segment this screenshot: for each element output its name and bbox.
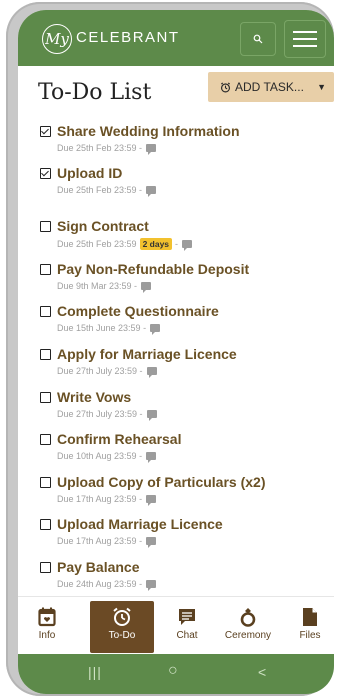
task-item[interactable]: Upload Marriage Licence Due 17th Aug 23:… <box>40 516 223 548</box>
app-screen: My CELEBRANT To-Do List ADD TASK... ▼ Sh… <box>18 10 334 694</box>
days-left-badge: 2 days <box>139 238 173 250</box>
system-navigation-bar: ||| ○ < <box>18 654 334 694</box>
brand-name: CELEBRANT <box>76 29 180 46</box>
nav-item-ceremony[interactable]: Ceremony <box>222 601 274 653</box>
task-checkbox[interactable] <box>40 220 51 232</box>
comment-icon[interactable] <box>141 282 152 293</box>
page-title: To-Do List <box>38 80 152 105</box>
comment-icon[interactable] <box>146 495 157 506</box>
task-checkbox[interactable] <box>40 263 51 275</box>
comment-icon[interactable] <box>146 186 157 197</box>
comment-icon[interactable] <box>146 452 157 463</box>
due-separator: - <box>175 239 179 249</box>
task-name[interactable]: Complete Questionnaire <box>57 303 219 319</box>
task-item[interactable]: Share Wedding Information Due 25th Feb 2… <box>40 123 240 155</box>
back-button[interactable]: < <box>258 664 266 680</box>
recents-button[interactable]: ||| <box>88 664 102 680</box>
task-item[interactable]: Write Vows Due 27th July 23:59 - <box>40 389 157 421</box>
task-due-date: Due 15th June 23:59 - <box>57 323 147 333</box>
ring-icon <box>240 608 256 627</box>
task-checkbox[interactable] <box>40 348 51 360</box>
nav-label: Files <box>299 630 321 641</box>
task-checkbox[interactable] <box>40 433 51 445</box>
comment-icon[interactable] <box>146 367 157 378</box>
task-name[interactable]: Pay Balance <box>57 559 140 575</box>
alarm-clock-icon <box>220 81 231 92</box>
comment-icon[interactable] <box>150 324 161 335</box>
task-item[interactable]: Sign Contract Due 25th Feb 23:59 2 days - <box>40 218 193 251</box>
comment-icon[interactable] <box>146 580 157 591</box>
comment-icon[interactable] <box>146 537 157 548</box>
task-due-date: Due 24th Aug 23:59 - <box>57 579 143 589</box>
add-task-label: ADD TASK... <box>235 80 304 94</box>
task-due-date: Due 25th Feb 23:59 <box>57 239 137 249</box>
task-item[interactable]: Apply for Marriage Licence Due 27th July… <box>40 346 237 378</box>
comment-icon[interactable] <box>146 410 157 421</box>
task-item[interactable]: Pay Non-Refundable Deposit Due 9th Mar 2… <box>40 261 249 293</box>
task-name[interactable]: Apply for Marriage Licence <box>57 346 237 362</box>
bottom-navigation: Info To-Do Chat Ceremony Files <box>18 596 334 655</box>
top-app-bar: My CELEBRANT <box>18 10 334 66</box>
task-checkbox[interactable] <box>40 125 51 137</box>
task-due-date: Due 17th Aug 23:59 - <box>57 494 143 504</box>
task-due-date: Due 27th July 23:59 - <box>57 366 143 376</box>
nav-item-info[interactable]: Info <box>30 601 64 653</box>
task-item[interactable]: Upload Copy of Particulars (x2) Due 17th… <box>40 474 265 506</box>
alarm-clock-icon <box>113 607 131 626</box>
app-logo: My <box>42 24 72 54</box>
add-task-button[interactable]: ADD TASK... ▼ <box>208 72 334 102</box>
task-due-date: Due 9th Mar 23:59 - <box>57 281 138 291</box>
phone-frame: My CELEBRANT To-Do List ADD TASK... ▼ Sh… <box>6 2 334 696</box>
task-checkbox[interactable] <box>40 305 51 317</box>
task-due-date: Due 27th July 23:59 - <box>57 409 143 419</box>
nav-label: Info <box>38 630 56 641</box>
task-name[interactable]: Share Wedding Information <box>57 123 240 139</box>
task-due-date: Due 25th Feb 23:59 - <box>57 185 143 195</box>
hamburger-icon <box>293 38 317 40</box>
task-checkbox[interactable] <box>40 167 51 179</box>
nav-label: Chat <box>176 630 198 641</box>
nav-item-todo[interactable]: To-Do <box>90 601 154 653</box>
nav-label: To-Do <box>108 630 136 641</box>
task-due-date: Due 25th Feb 23:59 - <box>57 143 143 153</box>
task-checkbox[interactable] <box>40 476 51 488</box>
task-item[interactable]: Complete Questionnaire Due 15th June 23:… <box>40 303 219 335</box>
task-item[interactable]: Upload ID Due 25th Feb 23:59 - <box>40 165 157 197</box>
search-button[interactable] <box>240 22 276 56</box>
chat-icon <box>179 609 195 625</box>
nav-item-chat[interactable]: Chat <box>170 601 204 653</box>
home-button[interactable]: ○ <box>168 662 178 680</box>
task-name[interactable]: Pay Non-Refundable Deposit <box>57 261 249 277</box>
nav-item-files[interactable]: Files <box>294 601 326 653</box>
task-name[interactable]: Sign Contract <box>57 218 149 234</box>
hamburger-icon <box>293 45 317 47</box>
task-item[interactable]: Pay Balance Due 24th Aug 23:59 - <box>40 559 157 591</box>
task-name[interactable]: Upload Copy of Particulars (x2) <box>57 474 265 490</box>
search-icon <box>253 34 263 44</box>
task-name[interactable]: Write Vows <box>57 389 131 405</box>
task-checkbox[interactable] <box>40 561 51 573</box>
task-name[interactable]: Upload ID <box>57 165 122 181</box>
nav-label: Ceremony <box>224 630 272 641</box>
task-due-date: Due 17th Aug 23:59 - <box>57 536 143 546</box>
hamburger-icon <box>293 31 317 33</box>
comment-icon[interactable] <box>182 240 193 251</box>
menu-button[interactable] <box>284 20 326 58</box>
chevron-down-icon[interactable]: ▼ <box>317 82 326 92</box>
task-checkbox[interactable] <box>40 518 51 530</box>
task-due-date: Due 10th Aug 23:59 - <box>57 451 143 461</box>
task-name[interactable]: Confirm Rehearsal <box>57 431 181 447</box>
comment-icon[interactable] <box>146 144 157 155</box>
task-name[interactable]: Upload Marriage Licence <box>57 516 223 532</box>
task-checkbox[interactable] <box>40 391 51 403</box>
file-icon <box>303 608 317 626</box>
task-item[interactable]: Confirm Rehearsal Due 10th Aug 23:59 - <box>40 431 181 463</box>
calendar-icon <box>38 607 56 627</box>
